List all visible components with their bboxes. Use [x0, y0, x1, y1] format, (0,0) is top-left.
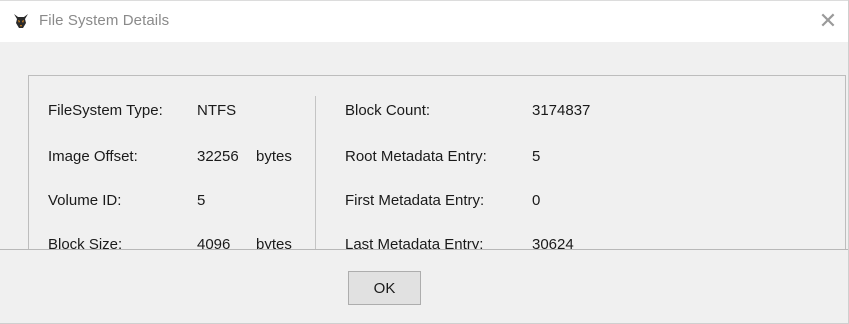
- block-size-label: Block Size:: [48, 236, 123, 250]
- window-title: File System Details: [39, 12, 170, 29]
- volume-id-value: 5: [197, 192, 206, 209]
- volume-id-label: Volume ID:: [48, 192, 122, 209]
- root-metadata-entry-value: 5: [532, 148, 541, 165]
- ok-button[interactable]: OK: [348, 271, 421, 305]
- details-panel: FileSystem Type: NTFS Image Offset: 3225…: [28, 75, 846, 250]
- close-icon: ✕: [818, 9, 838, 34]
- last-metadata-entry-value: 30624: [532, 236, 574, 250]
- panel-bottom-edge: [0, 249, 848, 250]
- image-offset-label: Image Offset:: [48, 148, 138, 165]
- image-offset-unit: bytes: [256, 148, 292, 165]
- block-count-value: 3174837: [532, 102, 591, 119]
- title-bar: File System Details ✕: [0, 0, 848, 42]
- root-metadata-entry-label: Root Metadata Entry:: [345, 148, 487, 165]
- image-offset-value: 32256: [197, 148, 239, 165]
- first-metadata-entry-label: First Metadata Entry:: [345, 192, 485, 209]
- first-metadata-entry-value: 0: [532, 192, 541, 209]
- block-size-unit: bytes: [256, 236, 292, 250]
- filesystem-type-label: FileSystem Type:: [48, 102, 163, 119]
- file-system-details-dialog: File System Details ✕ FileSystem Type: N…: [0, 0, 849, 324]
- filesystem-type-value: NTFS: [197, 102, 237, 119]
- block-count-label: Block Count:: [345, 102, 431, 119]
- last-metadata-entry-label: Last Metadata Entry:: [345, 236, 484, 250]
- close-button[interactable]: ✕: [808, 1, 848, 42]
- dog-icon: [11, 11, 31, 31]
- column-divider: [315, 96, 316, 250]
- block-size-value: 4096: [197, 236, 231, 250]
